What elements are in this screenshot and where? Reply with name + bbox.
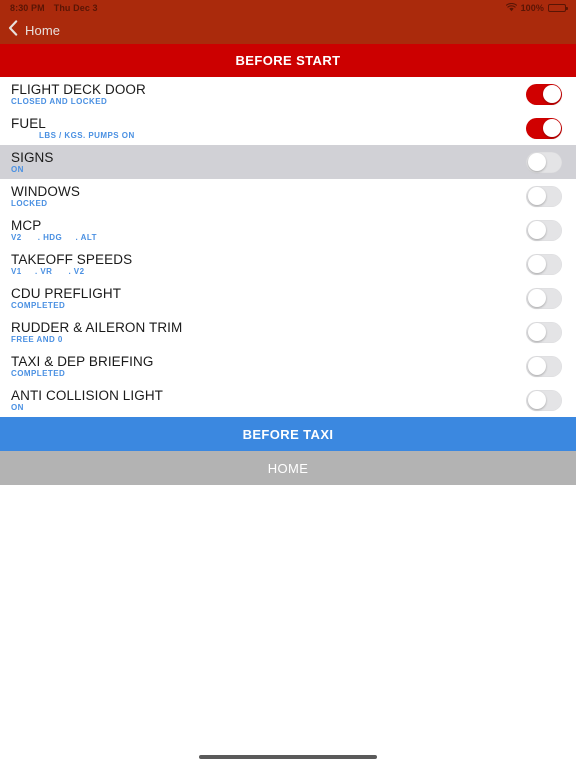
checklist-row-text: ANTI COLLISION LIGHT ON	[11, 388, 526, 413]
status-bar-left: 8:30 PM Thu Dec 3	[10, 3, 98, 13]
home-button[interactable]: HOME	[0, 451, 576, 485]
home-button-label: HOME	[267, 460, 309, 476]
before-taxi-button[interactable]: BEFORE TAXI	[0, 417, 576, 451]
checklist-item-title: FLIGHT DECK DOOR	[11, 81, 146, 97]
checklist-item-toggle[interactable]	[526, 151, 562, 173]
back-button-label: Home	[25, 22, 61, 38]
checklist-row-text: TAKEOFF SPEEDS V1 . VR . V2	[11, 252, 526, 277]
checklist-item-toggle[interactable]	[526, 321, 562, 343]
checklist-item-subtitle: COMPLETED	[11, 368, 66, 378]
chevron-left-icon	[8, 19, 18, 41]
status-date: Thu Dec 3	[53, 3, 98, 13]
checklist-row[interactable]: ANTI COLLISION LIGHT ON	[0, 383, 576, 417]
checklist-row[interactable]: RUDDER & AILERON TRIM FREE AND 0	[0, 315, 576, 349]
status-bar: 8:30 PM Thu Dec 3 100%	[0, 0, 576, 16]
checklist-row[interactable]: FLIGHT DECK DOOR CLOSED AND LOCKED	[0, 77, 576, 111]
checklist-item-subtitle: V1 . VR . V2	[11, 266, 85, 276]
checklist-item-subtitle: V2 . HDG . ALT	[11, 232, 97, 242]
checklist-item-title: CDU PREFLIGHT	[11, 285, 122, 301]
checklist-item-toggle[interactable]	[526, 219, 562, 241]
toggle-knob	[527, 289, 546, 307]
checklist-row-text: FUEL LBS / KGS. PUMPS ON	[11, 116, 526, 141]
checklist-item-toggle[interactable]	[526, 117, 562, 139]
checklist-item-subtitle: ON	[11, 164, 24, 174]
checklist-item-title: WINDOWS	[11, 183, 80, 199]
checklist-row[interactable]: MCP V2 . HDG . ALT	[0, 213, 576, 247]
section-header-before-start: BEFORE START	[0, 44, 576, 77]
home-indicator[interactable]	[199, 755, 377, 759]
checklist-row[interactable]: TAKEOFF SPEEDS V1 . VR . V2	[0, 247, 576, 281]
nav-bar: Home	[0, 16, 576, 44]
checklist-item-subtitle: FREE AND 0	[11, 334, 63, 344]
checklist-row-text: FLIGHT DECK DOOR CLOSED AND LOCKED	[11, 82, 526, 107]
checklist-item-title: SIGNS	[11, 149, 54, 165]
toggle-knob	[527, 153, 546, 171]
checklist-row[interactable]: SIGNS ON	[0, 145, 576, 179]
checklist-item-toggle[interactable]	[526, 355, 562, 377]
checklist: FLIGHT DECK DOOR CLOSED AND LOCKED FUEL LBS…	[0, 77, 576, 417]
checklist-item-title: MCP	[11, 217, 42, 233]
wifi-icon	[505, 2, 517, 14]
checklist-item-toggle[interactable]	[526, 83, 562, 105]
checklist-row[interactable]: FUEL LBS / KGS. PUMPS ON	[0, 111, 576, 145]
back-button[interactable]: Home	[8, 19, 61, 41]
checklist-row-text: MCP V2 . HDG . ALT	[11, 218, 526, 243]
checklist-row[interactable]: CDU PREFLIGHT COMPLETED	[0, 281, 576, 315]
checklist-row[interactable]: WINDOWS LOCKED	[0, 179, 576, 213]
before-taxi-label: BEFORE TAXI	[242, 426, 334, 442]
checklist-item-title: TAKEOFF SPEEDS	[11, 251, 133, 267]
checklist-item-toggle[interactable]	[526, 287, 562, 309]
toggle-knob	[527, 391, 546, 409]
toggle-knob	[527, 187, 546, 205]
checklist-item-toggle[interactable]	[526, 185, 562, 207]
toggle-knob	[527, 323, 546, 341]
checklist-row-text: TAXI & DEP BRIEFING COMPLETED	[11, 354, 526, 379]
checklist-row-text: SIGNS ON	[11, 150, 526, 175]
checklist-item-toggle[interactable]	[526, 253, 562, 275]
checklist-item-title: TAXI & DEP BRIEFING	[11, 353, 154, 369]
checklist-item-subtitle: CLOSED AND LOCKED	[11, 96, 108, 106]
status-bar-right: 100%	[505, 2, 568, 14]
toggle-knob	[542, 85, 561, 103]
checklist-item-subtitle: LOCKED	[11, 198, 48, 208]
checklist-row[interactable]: TAXI & DEP BRIEFING COMPLETED	[0, 349, 576, 383]
checklist-row-text: WINDOWS LOCKED	[11, 184, 526, 209]
checklist-item-subtitle: COMPLETED	[11, 300, 66, 310]
toggle-knob	[542, 119, 561, 137]
checklist-item-title: RUDDER & AILERON TRIM	[11, 319, 183, 335]
checklist-item-subtitle: LBS / KGS. PUMPS ON	[39, 130, 135, 140]
battery-percent: 100%	[520, 3, 544, 13]
checklist-item-title: ANTI COLLISION LIGHT	[11, 387, 164, 403]
blank-area	[0, 485, 576, 768]
checklist-item-title: FUEL	[11, 115, 46, 131]
checklist-item-subtitle: ON	[11, 402, 24, 412]
toggle-knob	[527, 255, 546, 273]
app-root: 8:30 PM Thu Dec 3 100% Home BEFORE START…	[0, 0, 576, 768]
checklist-row-text: RUDDER & AILERON TRIM FREE AND 0	[11, 320, 526, 345]
toggle-knob	[527, 221, 546, 239]
battery-full-icon	[548, 4, 568, 12]
status-time: 8:30 PM	[10, 3, 45, 13]
section-header-title: BEFORE START	[235, 53, 341, 68]
toggle-knob	[527, 357, 546, 375]
checklist-item-toggle[interactable]	[526, 389, 562, 411]
checklist-row-text: CDU PREFLIGHT COMPLETED	[11, 286, 526, 311]
